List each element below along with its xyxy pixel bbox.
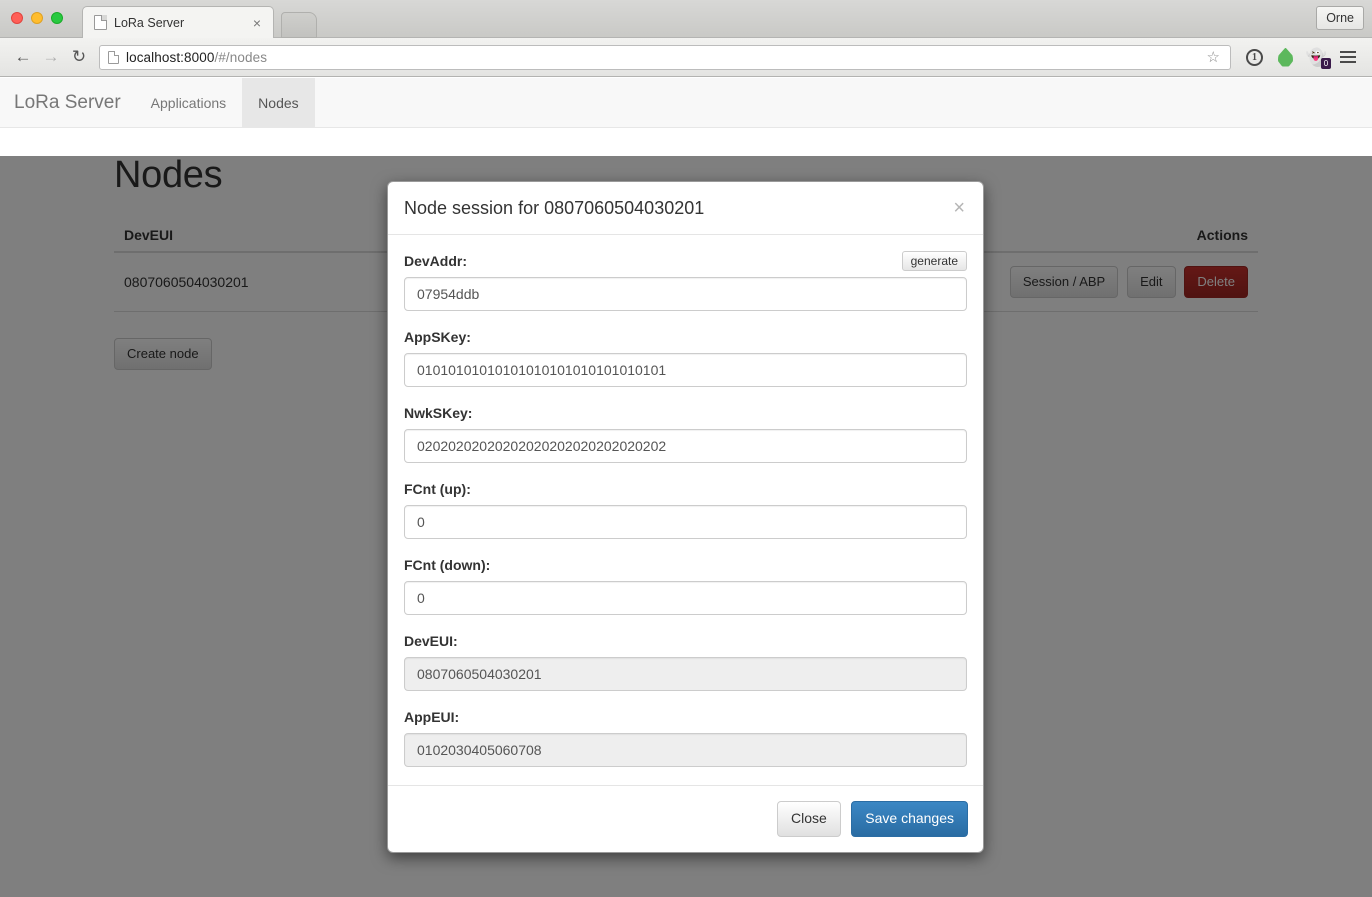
field-group-nwkskey: NwkSKey: — [404, 402, 967, 463]
maximize-window-button[interactable] — [51, 12, 63, 24]
browser-toolbar: ← → ↻ localhost:8000/#/nodes ☆ 1 👻 0 — [0, 38, 1372, 77]
field-group-devaddr: DevAddr: generate — [404, 250, 967, 311]
close-tab-icon[interactable]: × — [249, 16, 265, 30]
nav-item-nodes[interactable]: Nodes — [242, 78, 315, 127]
back-icon[interactable]: ← — [9, 43, 37, 71]
label-fcnt-down: FCnt (down): — [404, 556, 491, 573]
label-devaddr: DevAddr: — [404, 252, 468, 269]
label-deveui: DevEUI: — [404, 632, 458, 649]
menu-icon — [1339, 51, 1356, 63]
modal-body: DevAddr: generate AppSKey: NwkSKey: — [388, 235, 983, 785]
evernote-icon — [1278, 47, 1293, 67]
minimize-window-button[interactable] — [31, 12, 43, 24]
ghostery-badge: 0 — [1321, 58, 1331, 69]
bookmark-star-icon[interactable]: ☆ — [1207, 48, 1222, 66]
window-traffic-lights — [11, 12, 63, 24]
browser-tabstrip: LoRa Server × Orne — [0, 0, 1372, 38]
deveui-input — [404, 657, 967, 691]
browser-tab-title: LoRa Server — [114, 15, 185, 30]
nav-item-applications[interactable]: Applications — [135, 78, 243, 127]
new-tab-button[interactable] — [281, 12, 317, 38]
reload-icon[interactable]: ↻ — [65, 43, 93, 71]
browser-tab[interactable]: LoRa Server × — [82, 6, 274, 38]
close-button[interactable]: Close — [777, 801, 841, 837]
extension-ghostery[interactable]: 👻 0 — [1301, 43, 1332, 71]
nwkskey-input[interactable] — [404, 429, 967, 463]
label-fcnt-up: FCnt (up): — [404, 480, 471, 497]
modal-title: Node session for 0807060504030201 — [404, 198, 705, 218]
label-nwkskey: NwkSKey: — [404, 404, 473, 421]
extension-1password[interactable]: 1 — [1239, 43, 1270, 71]
browser-window: LoRa Server × Orne ← → ↻ localhost:8000/… — [0, 0, 1372, 897]
close-window-button[interactable] — [11, 12, 23, 24]
modal-header: Node session for 0807060504030201 × — [388, 182, 983, 235]
fcnt-down-input[interactable] — [404, 581, 967, 615]
label-appskey: AppSKey: — [404, 328, 471, 345]
web-page: LoRa Server Applications Nodes Nodes Dev… — [0, 78, 1372, 897]
field-group-deveui: DevEUI: — [404, 630, 967, 691]
devaddr-input[interactable] — [404, 277, 967, 311]
field-group-appeui: AppEUI: — [404, 706, 967, 767]
url-path: /#/nodes — [214, 49, 268, 65]
url-favicon-icon — [108, 50, 119, 64]
node-session-modal: Node session for 0807060504030201 × DevA… — [387, 181, 984, 853]
browser-menu-button[interactable] — [1332, 43, 1363, 71]
save-changes-button[interactable]: Save changes — [851, 801, 968, 837]
browser-profile-button[interactable]: Orne — [1316, 6, 1364, 30]
field-group-fcnt-down: FCnt (down): — [404, 554, 967, 615]
appskey-input[interactable] — [404, 353, 967, 387]
generate-button[interactable]: generate — [901, 250, 967, 271]
browser-profile-label: Orne — [1326, 11, 1354, 25]
url-host: localhost:8000 — [126, 49, 215, 65]
address-bar-text: localhost:8000/#/nodes — [126, 50, 267, 65]
address-bar[interactable]: localhost:8000/#/nodes ☆ — [99, 44, 1231, 70]
app-brand[interactable]: LoRa Server — [14, 78, 135, 127]
page-favicon-icon — [94, 15, 107, 30]
modal-footer: Close Save changes — [388, 785, 983, 852]
1password-icon: 1 — [1246, 48, 1263, 66]
extension-evernote[interactable] — [1270, 43, 1301, 71]
close-icon[interactable]: × — [951, 198, 967, 218]
label-appeui: AppEUI: — [404, 708, 460, 725]
app-navbar: LoRa Server Applications Nodes — [0, 78, 1372, 128]
fcnt-up-input[interactable] — [404, 505, 967, 539]
forward-icon[interactable]: → — [37, 43, 65, 71]
field-group-fcnt-up: FCnt (up): — [404, 478, 967, 539]
field-group-appskey: AppSKey: — [404, 326, 967, 387]
appeui-input — [404, 733, 967, 767]
